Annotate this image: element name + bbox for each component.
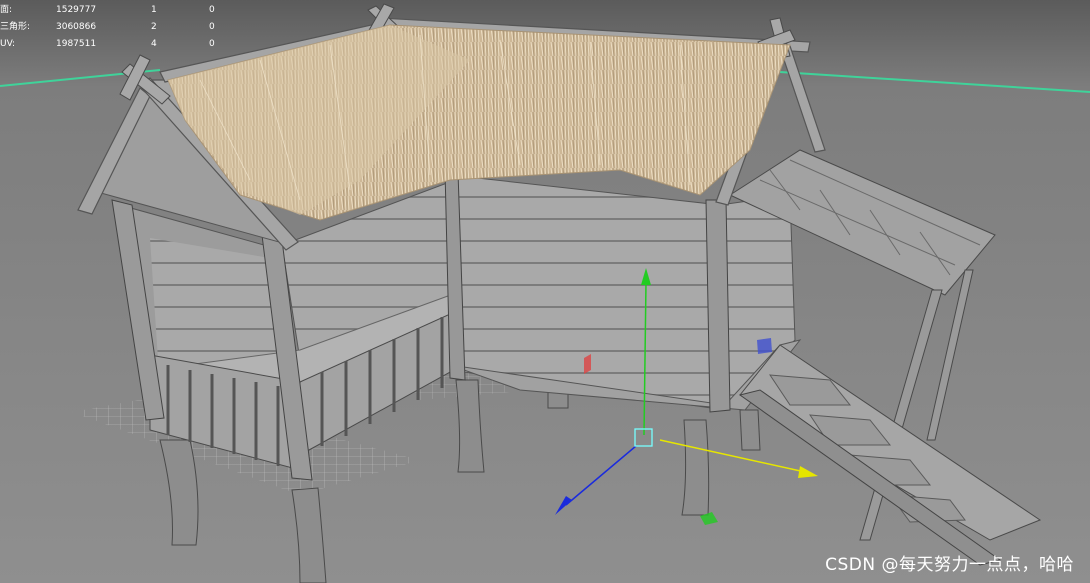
- hud-label: 面:: [0, 5, 13, 15]
- scene-render: [0, 0, 1090, 583]
- hud-value: 1987511: [56, 39, 97, 49]
- hud-row-faces: 面: 1529777 1 0: [0, 2, 230, 19]
- hud-value: 0: [209, 39, 215, 49]
- hud-value: 4: [151, 39, 157, 49]
- hud-row-uv: UV: 1987511 4 0: [0, 36, 230, 53]
- watermark-text: CSDN @每天努力一点点，哈哈: [825, 555, 1074, 575]
- hud-value: 1529777: [56, 5, 97, 15]
- hud-value: 3060866: [56, 22, 97, 32]
- hud-value: 0: [209, 22, 215, 32]
- hud-label: UV:: [0, 39, 16, 49]
- hud-value: 2: [151, 22, 157, 32]
- poly-count-hud: 面: 1529777 1 0 三角形: 3060866 2 0 UV: 1987…: [0, 2, 230, 53]
- hud-label: 三角形:: [0, 22, 31, 32]
- hud-value: 0: [209, 5, 215, 15]
- hud-value: 1: [151, 5, 157, 15]
- 3d-viewport[interactable]: 面: 1529777 1 0 三角形: 3060866 2 0 UV: 1987…: [0, 0, 1090, 583]
- hud-row-triangles: 三角形: 3060866 2 0: [0, 19, 230, 36]
